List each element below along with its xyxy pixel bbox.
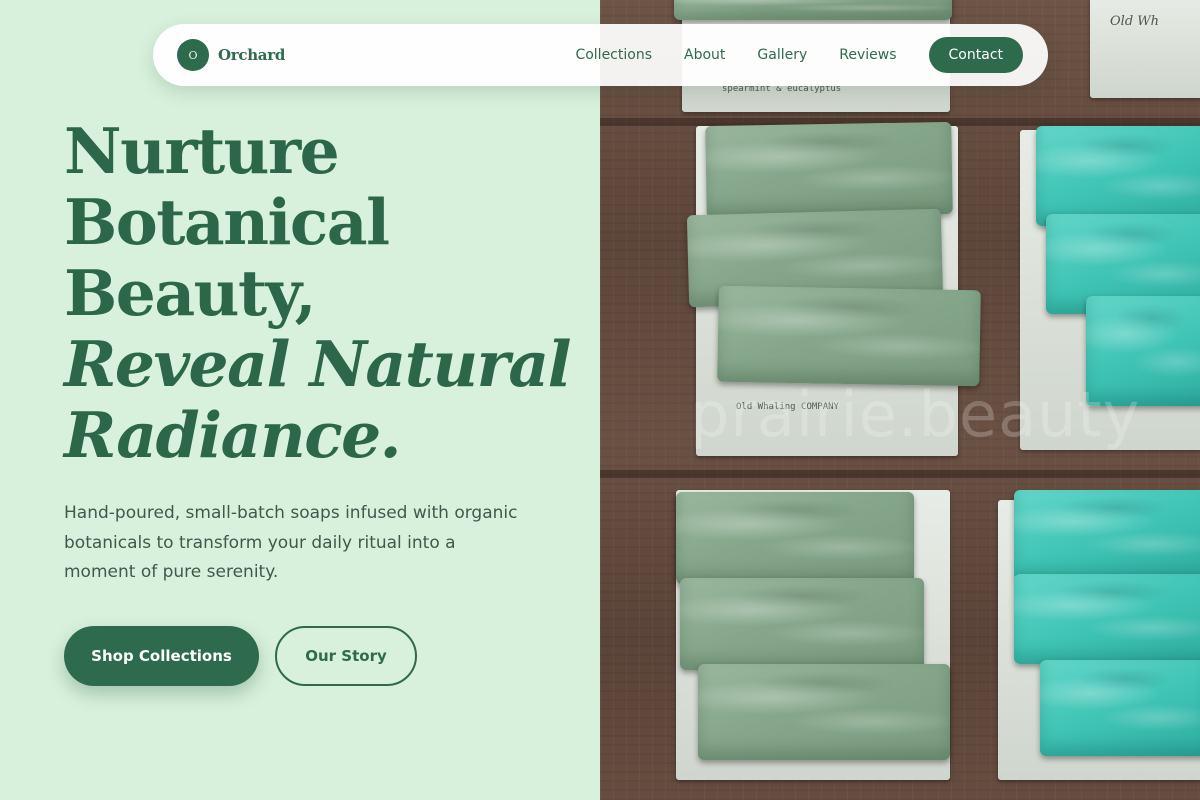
- nav-link-gallery[interactable]: Gallery: [757, 47, 807, 63]
- green-soap-bar: [680, 578, 924, 670]
- hero-headline-line-italic: Reveal Natural: [64, 327, 572, 401]
- nav-link-collections[interactable]: Collections: [575, 47, 652, 63]
- teal-soap-bar: [1014, 574, 1200, 664]
- hero-headline-line: Beauty,: [64, 256, 317, 330]
- teal-soap-bar: [1036, 126, 1200, 226]
- top-navigation: O Orchard Collections About Gallery Revi…: [153, 24, 1048, 86]
- hero-photo-soaps: spearmint & eucalyptus Old Wh Old Whalin…: [600, 0, 1200, 800]
- photo-watermark: prairie.beauty: [690, 378, 1141, 451]
- hero-headline-line: Nurture: [64, 114, 340, 188]
- hero-headline: Nurture Botanical Beauty, Reveal Natural…: [64, 116, 584, 471]
- hero-headline-line-italic: Radiance.: [64, 398, 402, 472]
- soap-wrapper: Old Wh: [1090, 0, 1200, 98]
- shop-collections-button[interactable]: Shop Collections: [64, 626, 259, 686]
- nav-link-reviews[interactable]: Reviews: [839, 47, 896, 63]
- contact-button[interactable]: Contact: [928, 37, 1023, 73]
- nav-link-about[interactable]: About: [684, 47, 725, 63]
- green-soap-bar: [676, 492, 914, 584]
- soap-label-script: Old Wh: [1110, 14, 1160, 29]
- brand-name[interactable]: Orchard: [218, 46, 285, 64]
- hero-headline-line: Botanical: [64, 185, 390, 259]
- green-soap-bar: [705, 121, 953, 219]
- green-soap-bar: [717, 285, 981, 387]
- logo-badge[interactable]: O: [177, 39, 209, 71]
- teal-soap-bar: [1040, 660, 1200, 756]
- nav-links: Collections About Gallery Reviews Contac…: [575, 37, 1023, 73]
- teal-soap-bar: [1014, 490, 1200, 580]
- our-story-button[interactable]: Our Story: [275, 626, 417, 686]
- hero-subtitle: Hand-poured, small-batch soaps infused w…: [64, 503, 518, 582]
- green-soap-bar: [698, 664, 950, 760]
- green-soap-bar: [674, 0, 952, 20]
